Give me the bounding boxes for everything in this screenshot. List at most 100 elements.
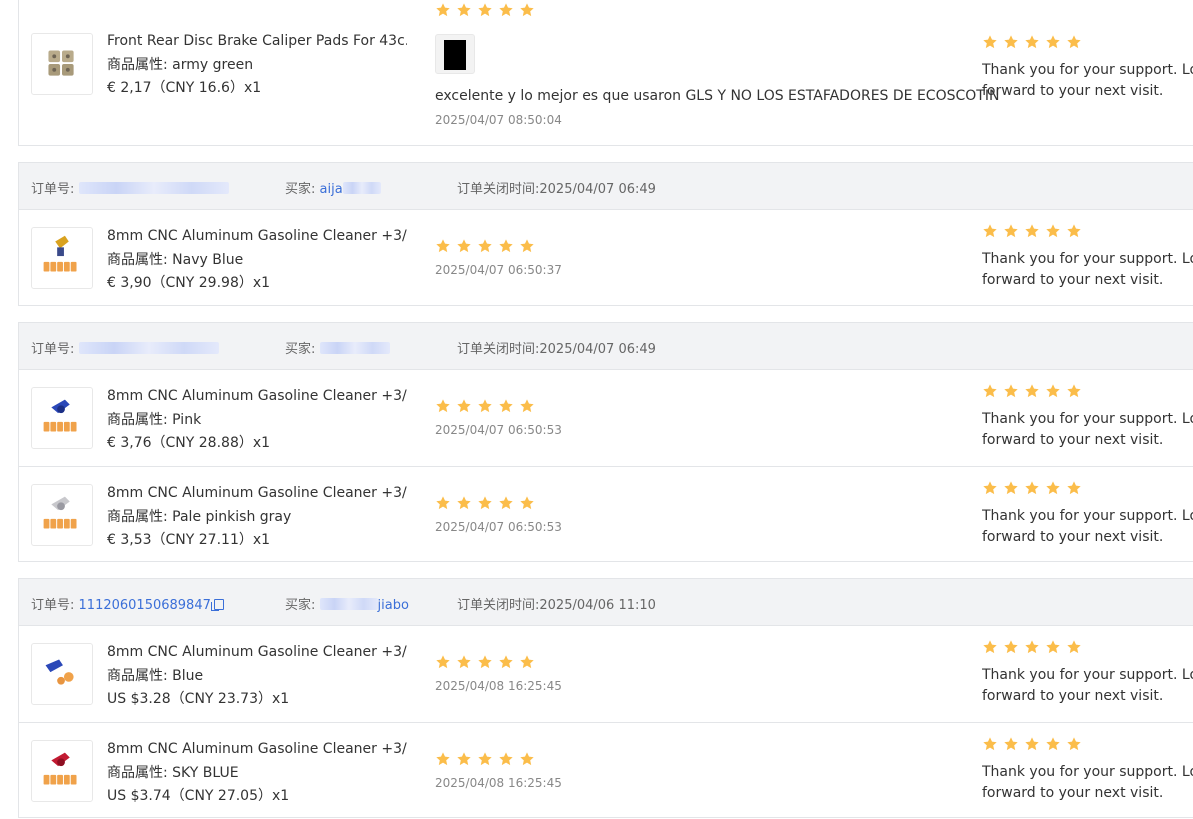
star-icon bbox=[478, 655, 492, 669]
order-item: 8mm CNC Aluminum Gasoline Cleaner +3/...… bbox=[19, 370, 1193, 467]
star-icon bbox=[1046, 737, 1060, 751]
order-card: 订单号: 买家: aija 订单关闭时间:2025/04/07 06:49 8m… bbox=[18, 162, 1193, 306]
fuel-filter-image bbox=[43, 752, 77, 785]
seller-reply: Thank you for your support. Look forward… bbox=[982, 480, 1193, 548]
star-icon bbox=[1025, 224, 1039, 238]
star-icon bbox=[1025, 481, 1039, 495]
product-price: US $3.74（CNY 27.05）x1 bbox=[107, 788, 290, 804]
fuel-filter-image bbox=[43, 235, 77, 272]
star-icon bbox=[478, 399, 492, 413]
product-title[interactable]: 8mm CNC Aluminum Gasoline Cleaner +3/... bbox=[107, 225, 407, 249]
product-info: 8mm CNC Aluminum Gasoline Cleaner +3/...… bbox=[107, 385, 407, 456]
review-stars-top bbox=[435, 2, 535, 18]
order-number-value[interactable]: 1112060150689847 bbox=[79, 598, 211, 613]
product-thumbnail[interactable] bbox=[31, 227, 93, 289]
review-time: 2025/04/07 06:50:53 bbox=[435, 520, 562, 534]
star-icon bbox=[1067, 224, 1081, 238]
product-title[interactable]: Front Rear Disc Brake Caliper Pads For 4… bbox=[107, 30, 407, 54]
seller-reply: Thank you for your support. Look forward… bbox=[982, 223, 1193, 291]
order-number-label: 订单号: bbox=[31, 598, 75, 613]
star-icon bbox=[1067, 384, 1081, 398]
rating-stars bbox=[435, 398, 562, 414]
buyer-name[interactable]: jiabo bbox=[378, 598, 409, 613]
reply-line: Thank you for your support. Look bbox=[982, 667, 1193, 683]
reply-stars bbox=[982, 480, 1193, 496]
star-icon bbox=[1025, 35, 1039, 49]
star-icon bbox=[520, 752, 534, 766]
closed-time: 订单关闭时间:2025/04/07 06:49 bbox=[457, 182, 656, 197]
order-item: 8mm CNC Aluminum Gasoline Cleaner +3/...… bbox=[19, 626, 1193, 723]
star-icon bbox=[1004, 35, 1018, 49]
copy-icon[interactable] bbox=[210, 599, 224, 611]
product-attribute: 商品属性: Blue bbox=[107, 667, 204, 684]
buyer-name[interactable]: aija bbox=[320, 182, 343, 197]
star-icon bbox=[983, 481, 997, 495]
product-thumbnail[interactable] bbox=[31, 484, 93, 546]
product-title[interactable]: 8mm CNC Aluminum Gasoline Cleaner +3/... bbox=[107, 385, 407, 409]
star-icon bbox=[457, 752, 471, 766]
star-icon bbox=[478, 239, 492, 253]
review-text: excelente y lo mejor es que usaron GLS Y… bbox=[435, 88, 1000, 104]
product-title[interactable]: 8mm CNC Aluminum Gasoline Cleaner +3/... bbox=[107, 641, 407, 665]
review-image[interactable] bbox=[435, 34, 475, 74]
closed-time: 订单关闭时间:2025/04/06 11:10 bbox=[457, 598, 656, 613]
star-icon bbox=[520, 239, 534, 253]
star-icon bbox=[1004, 481, 1018, 495]
order-number: 订单号: bbox=[31, 178, 229, 197]
star-icon bbox=[1067, 35, 1081, 49]
buyer-label: 买家: bbox=[285, 598, 316, 613]
star-icon bbox=[1046, 481, 1060, 495]
reply-stars bbox=[982, 639, 1193, 655]
star-icon bbox=[478, 496, 492, 510]
buyer: 买家: aija bbox=[285, 178, 381, 197]
review: 2025/04/07 06:50:53 bbox=[435, 398, 562, 437]
star-icon bbox=[478, 752, 492, 766]
reply-line: forward to your next visit. bbox=[982, 83, 1164, 99]
product-attribute: 商品属性: Pale pinkish gray bbox=[107, 508, 292, 525]
star-icon bbox=[499, 655, 513, 669]
star-icon bbox=[436, 752, 450, 766]
star-icon bbox=[1046, 640, 1060, 654]
seller-reply: Thank you for your support. Look forward… bbox=[982, 736, 1193, 804]
product-thumbnail[interactable] bbox=[31, 387, 93, 449]
star-icon bbox=[1025, 640, 1039, 654]
order-card: 订单号: 买家: 订单关闭时间:2025/04/07 06:49 8mm CNC… bbox=[18, 322, 1193, 562]
order-number-masked[interactable] bbox=[78, 342, 219, 354]
rating-stars bbox=[435, 495, 562, 511]
star-icon bbox=[1046, 384, 1060, 398]
product-thumbnail[interactable] bbox=[31, 740, 93, 802]
order-header: 订单号: 1112060150689847 买家: jiabo 订单关闭时间:2… bbox=[19, 579, 1193, 626]
product-title[interactable]: 8mm CNC Aluminum Gasoline Cleaner +3/... bbox=[107, 738, 407, 762]
rating-stars bbox=[435, 751, 562, 767]
star-icon bbox=[520, 3, 534, 17]
reply-text: Thank you for your support. Look forward… bbox=[982, 506, 1193, 548]
star-icon bbox=[499, 3, 513, 17]
seller-reply: Thank you for your support. Look forward… bbox=[982, 639, 1193, 707]
fuel-filter-image bbox=[43, 496, 77, 529]
product-title[interactable]: 8mm CNC Aluminum Gasoline Cleaner +3/... bbox=[107, 482, 407, 506]
closed-time: 订单关闭时间:2025/04/07 06:49 bbox=[457, 342, 656, 357]
product-attribute: 商品属性: Navy Blue bbox=[107, 251, 244, 268]
star-icon bbox=[520, 655, 534, 669]
order-item: 8mm CNC Aluminum Gasoline Cleaner +3/...… bbox=[19, 467, 1193, 563]
reply-stars bbox=[982, 383, 1193, 399]
star-icon bbox=[436, 3, 450, 17]
buyer-label: 买家: bbox=[285, 342, 316, 357]
order-number-label: 订单号: bbox=[31, 182, 75, 197]
rating-stars bbox=[435, 2, 535, 18]
product-thumbnail[interactable] bbox=[31, 33, 93, 95]
star-icon bbox=[1046, 35, 1060, 49]
star-icon bbox=[1067, 737, 1081, 751]
order-number-masked[interactable] bbox=[78, 182, 229, 194]
star-icon bbox=[457, 655, 471, 669]
buyer-name-masked bbox=[342, 182, 381, 194]
star-icon bbox=[1004, 737, 1018, 751]
product-info: 8mm CNC Aluminum Gasoline Cleaner +3/...… bbox=[107, 738, 407, 809]
reply-line: Thank you for your support. Look bbox=[982, 411, 1193, 427]
star-icon bbox=[1067, 481, 1081, 495]
reply-text: Thank you for your support. Look forward… bbox=[982, 60, 1193, 102]
buyer-name-masked[interactable] bbox=[319, 342, 390, 354]
product-thumbnail[interactable] bbox=[31, 643, 93, 705]
star-icon bbox=[520, 496, 534, 510]
order-card: 订单号: 1112060150689847 买家: jiabo 订单关闭时间:2… bbox=[18, 578, 1193, 818]
